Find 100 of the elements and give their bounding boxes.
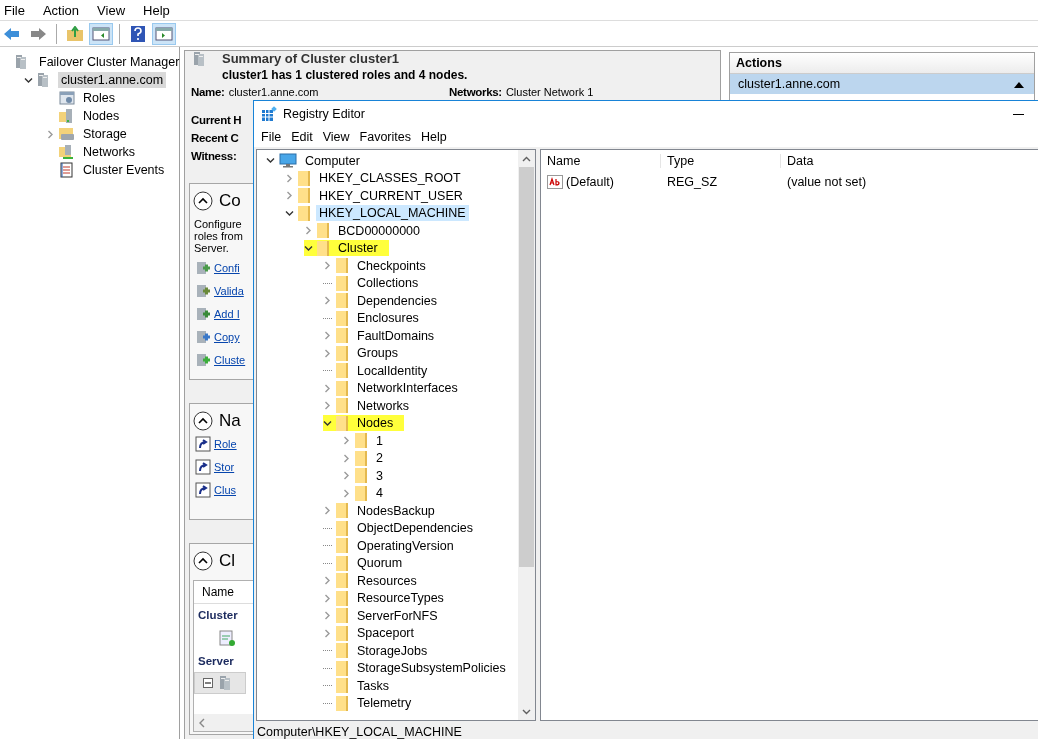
registry-key[interactable]: Dependencies xyxy=(354,292,440,309)
action-link[interactable]: Copy xyxy=(214,331,240,343)
tree-item[interactable]: Networks xyxy=(80,144,139,160)
value-name[interactable]: (Default) xyxy=(566,175,614,189)
actions-item[interactable]: cluster1.anne.com xyxy=(730,74,1034,94)
pane-icon[interactable] xyxy=(89,22,113,45)
scroll-down-icon[interactable] xyxy=(522,708,531,715)
registry-key[interactable]: Telemetry xyxy=(354,695,415,712)
action-link[interactable]: Confi xyxy=(214,262,240,274)
registry-key[interactable]: NodesBackup xyxy=(354,502,438,519)
collapse-button[interactable] xyxy=(193,551,213,571)
registry-key[interactable]: FaultDomains xyxy=(354,327,438,344)
registry-key[interactable]: Resources xyxy=(354,572,420,589)
registry-key[interactable]: Enclosures xyxy=(354,310,422,327)
chevron-right-icon[interactable] xyxy=(46,129,55,139)
chevron-right-icon[interactable] xyxy=(285,173,294,183)
chevron-right-icon[interactable] xyxy=(323,296,332,306)
chevron-right-icon[interactable] xyxy=(323,383,332,393)
tree-item[interactable]: Cluster Events xyxy=(80,162,168,178)
action-link[interactable]: Stor xyxy=(214,461,235,473)
chevron-right-icon[interactable] xyxy=(285,191,294,201)
collapse-icon[interactable] xyxy=(1014,80,1024,88)
task-icon xyxy=(195,260,211,276)
registry-key[interactable]: 3 xyxy=(373,467,386,484)
action-link[interactable]: Role xyxy=(214,438,237,450)
registry-key[interactable]: Cluster xyxy=(335,240,381,257)
chevron-right-icon[interactable] xyxy=(323,576,332,586)
menu-item[interactable]: Edit xyxy=(286,130,318,144)
tree-item[interactable]: Roles xyxy=(80,90,118,106)
registry-key[interactable]: Computer xyxy=(302,152,363,169)
chevron-right-icon[interactable] xyxy=(323,506,332,516)
menu-item[interactable]: View xyxy=(93,2,134,18)
tree-item[interactable]: Nodes xyxy=(80,108,123,124)
registry-key[interactable]: Networks xyxy=(354,397,413,414)
column-header[interactable]: Data xyxy=(781,154,1038,168)
registry-key[interactable]: 1 xyxy=(373,432,386,449)
chevron-down-icon[interactable] xyxy=(266,156,275,166)
registry-key[interactable]: Groups xyxy=(354,345,401,362)
registry-key[interactable]: Spaceport xyxy=(354,625,417,642)
chevron-right-icon[interactable] xyxy=(323,611,332,621)
column-header[interactable]: Type xyxy=(661,154,781,168)
registry-key[interactable]: HKEY_CURRENT_USER xyxy=(316,187,466,204)
action-link[interactable]: Valida xyxy=(214,285,244,297)
scrollbar[interactable] xyxy=(518,150,535,720)
column-header[interactable]: Name xyxy=(202,585,234,599)
scroll-up-icon[interactable] xyxy=(522,155,531,162)
chevron-right-icon[interactable] xyxy=(304,226,313,236)
registry-key[interactable]: 4 xyxy=(373,485,386,502)
tree-item[interactable]: Storage xyxy=(80,126,130,142)
table-row[interactable] xyxy=(194,672,246,694)
registry-key[interactable]: 2 xyxy=(373,450,386,467)
registry-key[interactable]: Checkpoints xyxy=(354,257,429,274)
registry-key[interactable]: Quorum xyxy=(354,555,406,572)
menu-item[interactable]: Help xyxy=(416,130,452,144)
registry-key[interactable]: StorageSubsystemPolicies xyxy=(354,660,509,677)
chevron-right-icon[interactable] xyxy=(342,436,351,446)
chevron-down-icon[interactable] xyxy=(24,75,33,85)
registry-key[interactable]: HKEY_CLASSES_ROOT xyxy=(316,170,464,187)
menu-item[interactable]: File xyxy=(256,130,287,144)
scroll-left-icon[interactable] xyxy=(198,717,206,728)
chevron-right-icon[interactable] xyxy=(342,471,351,481)
chevron-right-icon[interactable] xyxy=(342,488,351,498)
chevron-right-icon[interactable] xyxy=(323,331,332,341)
registry-key[interactable]: OperatingVersion xyxy=(354,537,457,554)
chevron-right-icon[interactable] xyxy=(323,401,332,411)
menu-item[interactable]: Favorites xyxy=(354,130,416,144)
registry-key[interactable]: HKEY_LOCAL_MACHINE xyxy=(316,205,469,222)
registry-key[interactable]: LocalIdentity xyxy=(354,362,431,379)
chevron-down-icon[interactable] xyxy=(323,418,332,428)
registry-key[interactable]: ObjectDependencies xyxy=(354,520,477,537)
chevron-right-icon[interactable] xyxy=(342,453,351,463)
action-link[interactable]: Add I xyxy=(214,308,240,320)
registry-key[interactable]: ServerForNFS xyxy=(354,607,441,624)
chevron-right-icon[interactable] xyxy=(323,628,332,638)
menu-item[interactable]: View xyxy=(317,130,355,144)
action-link[interactable]: Clus xyxy=(214,484,236,496)
registry-key[interactable]: Tasks xyxy=(354,677,392,694)
registry-key[interactable]: BCD00000000 xyxy=(335,222,423,239)
registry-key[interactable]: Collections xyxy=(354,275,422,292)
chevron-down-icon[interactable] xyxy=(285,208,294,218)
chevron-right-icon[interactable] xyxy=(323,348,332,358)
chevron-down-icon[interactable] xyxy=(304,243,313,253)
chevron-right-icon[interactable] xyxy=(323,593,332,603)
collapse-button[interactable] xyxy=(193,411,213,431)
registry-key[interactable]: ResourceTypes xyxy=(354,590,447,607)
collapse-button[interactable] xyxy=(193,191,213,211)
tree-item[interactable]: Failover Cluster Manager xyxy=(36,54,183,70)
registry-key[interactable]: StorageJobs xyxy=(354,642,431,659)
folder-icon xyxy=(336,275,348,291)
registry-key[interactable]: NetworkInterfaces xyxy=(354,380,461,397)
collapse-icon[interactable] xyxy=(203,678,213,688)
registry-key[interactable]: Nodes xyxy=(354,415,397,432)
column-header[interactable]: Name xyxy=(541,154,661,168)
action-link[interactable]: Cluste xyxy=(214,354,246,366)
menu-item[interactable]: Help xyxy=(139,2,178,18)
menu-item[interactable]: Action xyxy=(38,2,88,18)
menu-item[interactable]: File xyxy=(0,2,33,18)
section-title: Co xyxy=(219,191,241,211)
chevron-right-icon[interactable] xyxy=(323,261,332,271)
tree-item[interactable]: cluster1.anne.com xyxy=(58,72,167,88)
